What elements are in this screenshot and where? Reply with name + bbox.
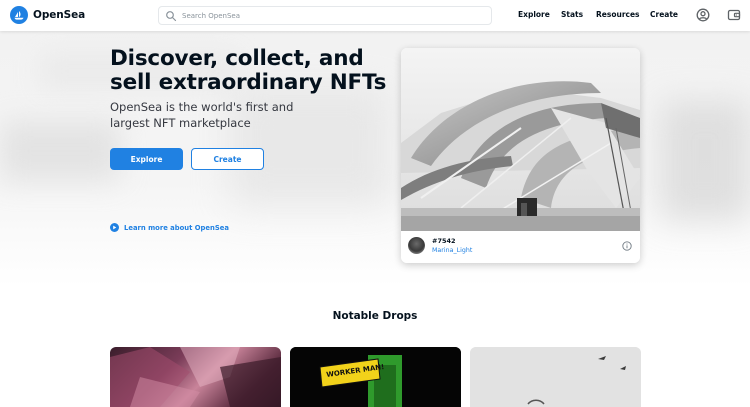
search-input[interactable] — [182, 11, 482, 20]
creator-avatar[interactable] — [408, 237, 425, 254]
notable-drops-title: Notable Drops — [332, 310, 418, 322]
learn-more-label: Learn more about OpenSea — [124, 223, 229, 232]
nft-artwork-image — [401, 48, 640, 231]
search-icon — [166, 10, 177, 21]
hero-title: Discover, collect, and sell extraordinar… — [110, 46, 387, 95]
play-circle-icon — [110, 223, 119, 232]
brand-logo-link[interactable]: OpenSea — [10, 6, 85, 24]
notable-drop-card[interactable] — [110, 347, 281, 407]
info-icon[interactable] — [622, 241, 632, 251]
search-bar[interactable] — [158, 6, 492, 25]
nft-creator-link[interactable]: Marina_Light — [432, 247, 472, 254]
top-navbar: OpenSea Explore Stats Resources Create — [0, 0, 750, 31]
nav-stats-link[interactable]: Stats — [561, 10, 583, 19]
drop-artwork-image — [470, 347, 641, 407]
drop-artwork-image — [110, 347, 281, 407]
learn-more-link[interactable]: Learn more about OpenSea — [110, 223, 229, 232]
hero-subtitle: OpenSea is the world's first and largest… — [110, 100, 294, 130]
hero-background-blur — [660, 101, 750, 221]
brand-name: OpenSea — [33, 9, 86, 21]
explore-button[interactable]: Explore — [110, 148, 183, 170]
create-button[interactable]: Create — [191, 148, 264, 170]
drop-artwork-image — [290, 347, 461, 407]
nav-resources-link[interactable]: Resources — [596, 10, 640, 19]
hero-background-blur — [0, 121, 120, 181]
nav-create-link[interactable]: Create — [650, 10, 678, 19]
nft-token-name: #7542 — [432, 237, 456, 245]
notable-drop-card[interactable] — [470, 347, 641, 407]
opensea-logo-icon — [10, 6, 28, 24]
featured-nft-card[interactable]: #7542 Marina_Light — [401, 48, 640, 263]
notable-drop-card[interactable]: WORKER MAN! — [290, 347, 461, 407]
nav-explore-link[interactable]: Explore — [518, 10, 550, 19]
nft-card-footer: #7542 Marina_Light — [401, 231, 640, 263]
wallet-icon[interactable] — [727, 8, 741, 22]
account-icon[interactable] — [696, 8, 710, 22]
